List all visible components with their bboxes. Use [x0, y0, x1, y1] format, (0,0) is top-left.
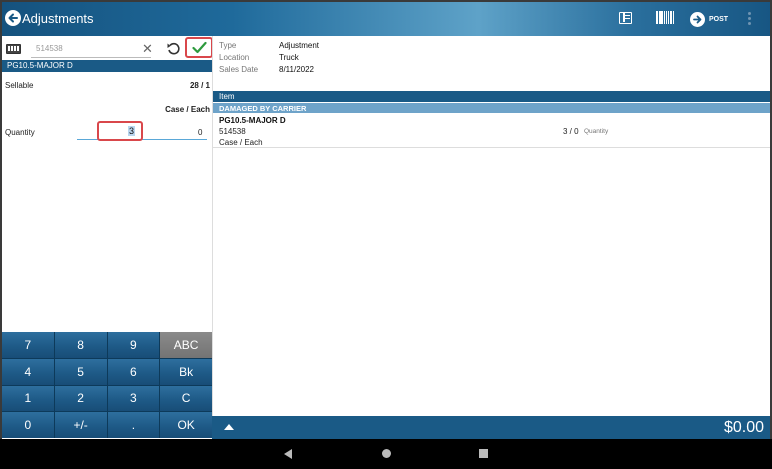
list-item[interactable]: PG10.5-MAJOR D 514538 Case / Each 3 / 0 …	[213, 115, 770, 148]
key-clear[interactable]: C	[160, 385, 212, 412]
quantity-label: Quantity	[5, 128, 35, 137]
nav-back-icon[interactable]	[284, 449, 292, 459]
numeric-keypad: 7 8 9 ABC 4 5 6 Bk 1 2 3 C 0 +/- . OK	[2, 332, 212, 438]
key-decimal[interactable]: .	[107, 412, 160, 438]
location-value: Truck	[279, 53, 299, 62]
key-4[interactable]: 4	[2, 358, 54, 385]
barcode-icon[interactable]	[656, 11, 674, 24]
app-screen: Adjustments POST ✕	[2, 2, 770, 439]
reason-group-header[interactable]: DAMAGED BY CARRIER	[213, 102, 770, 113]
sellable-label: Sellable	[5, 81, 34, 90]
back-arrow-icon[interactable]	[5, 10, 21, 26]
sales-date-value: 8/11/2022	[279, 65, 314, 74]
key-8[interactable]: 8	[54, 332, 107, 358]
location-label: Location	[219, 53, 250, 62]
undo-icon[interactable]	[166, 41, 181, 56]
totals-footer: $0.00	[212, 416, 770, 439]
item-quantity-label: Quantity	[584, 128, 609, 135]
key-backspace[interactable]: Bk	[160, 358, 212, 385]
keyboard-icon[interactable]	[6, 44, 21, 54]
item-column-header: Item	[213, 91, 770, 102]
quantity-secondary-value: 0	[198, 128, 203, 137]
device-frame: Adjustments POST ✕	[0, 0, 772, 469]
quantity-field[interactable]: 3	[97, 121, 143, 141]
type-value: Adjustment	[279, 41, 320, 50]
key-9[interactable]: 9	[107, 332, 160, 358]
nav-recents-icon[interactable]	[479, 449, 488, 458]
key-1[interactable]: 1	[2, 385, 54, 412]
chevron-up-icon[interactable]	[224, 424, 234, 430]
post-label: POST	[709, 15, 729, 23]
post-button[interactable]: POST	[690, 10, 728, 28]
sellable-value: 28 / 1	[189, 81, 210, 90]
key-abc[interactable]: ABC	[160, 332, 212, 358]
item-uom: Case / Each	[219, 138, 263, 147]
list-view-icon[interactable]	[619, 12, 632, 24]
unit-of-measure: Case / Each	[165, 105, 210, 114]
type-label: Type	[219, 41, 237, 50]
close-icon[interactable]: ✕	[142, 42, 153, 55]
key-7[interactable]: 7	[2, 332, 54, 358]
document-panel: Type Adjustment Location Truck Sales Dat…	[212, 36, 770, 416]
item-quantity: 3 / 0	[563, 127, 579, 136]
nav-home-icon[interactable]	[382, 449, 391, 458]
product-name-bar: PG10.5-MAJOR D	[2, 60, 212, 72]
sku-search-input[interactable]	[31, 40, 151, 58]
key-3[interactable]: 3	[107, 385, 160, 412]
key-6[interactable]: 6	[107, 358, 160, 385]
key-5[interactable]: 5	[54, 358, 107, 385]
item-name: PG10.5-MAJOR D	[219, 116, 286, 125]
confirm-button[interactable]	[185, 37, 213, 58]
key-ok[interactable]: OK	[160, 412, 212, 438]
checkmark-icon	[191, 41, 207, 54]
total-amount: $0.00	[723, 419, 764, 436]
quantity-value: 3	[127, 126, 135, 136]
sales-date-label: Sales Date	[219, 65, 259, 74]
page-title: Adjustments	[22, 11, 94, 26]
key-0[interactable]: 0	[2, 412, 54, 438]
item-sku: 514538	[219, 127, 246, 136]
system-nav-bar	[0, 439, 772, 469]
app-bar: Adjustments POST	[2, 2, 770, 36]
key-2[interactable]: 2	[54, 385, 107, 412]
post-arrow-icon	[690, 11, 705, 27]
more-vertical-icon[interactable]	[748, 12, 752, 26]
key-plus-minus[interactable]: +/-	[54, 412, 107, 438]
